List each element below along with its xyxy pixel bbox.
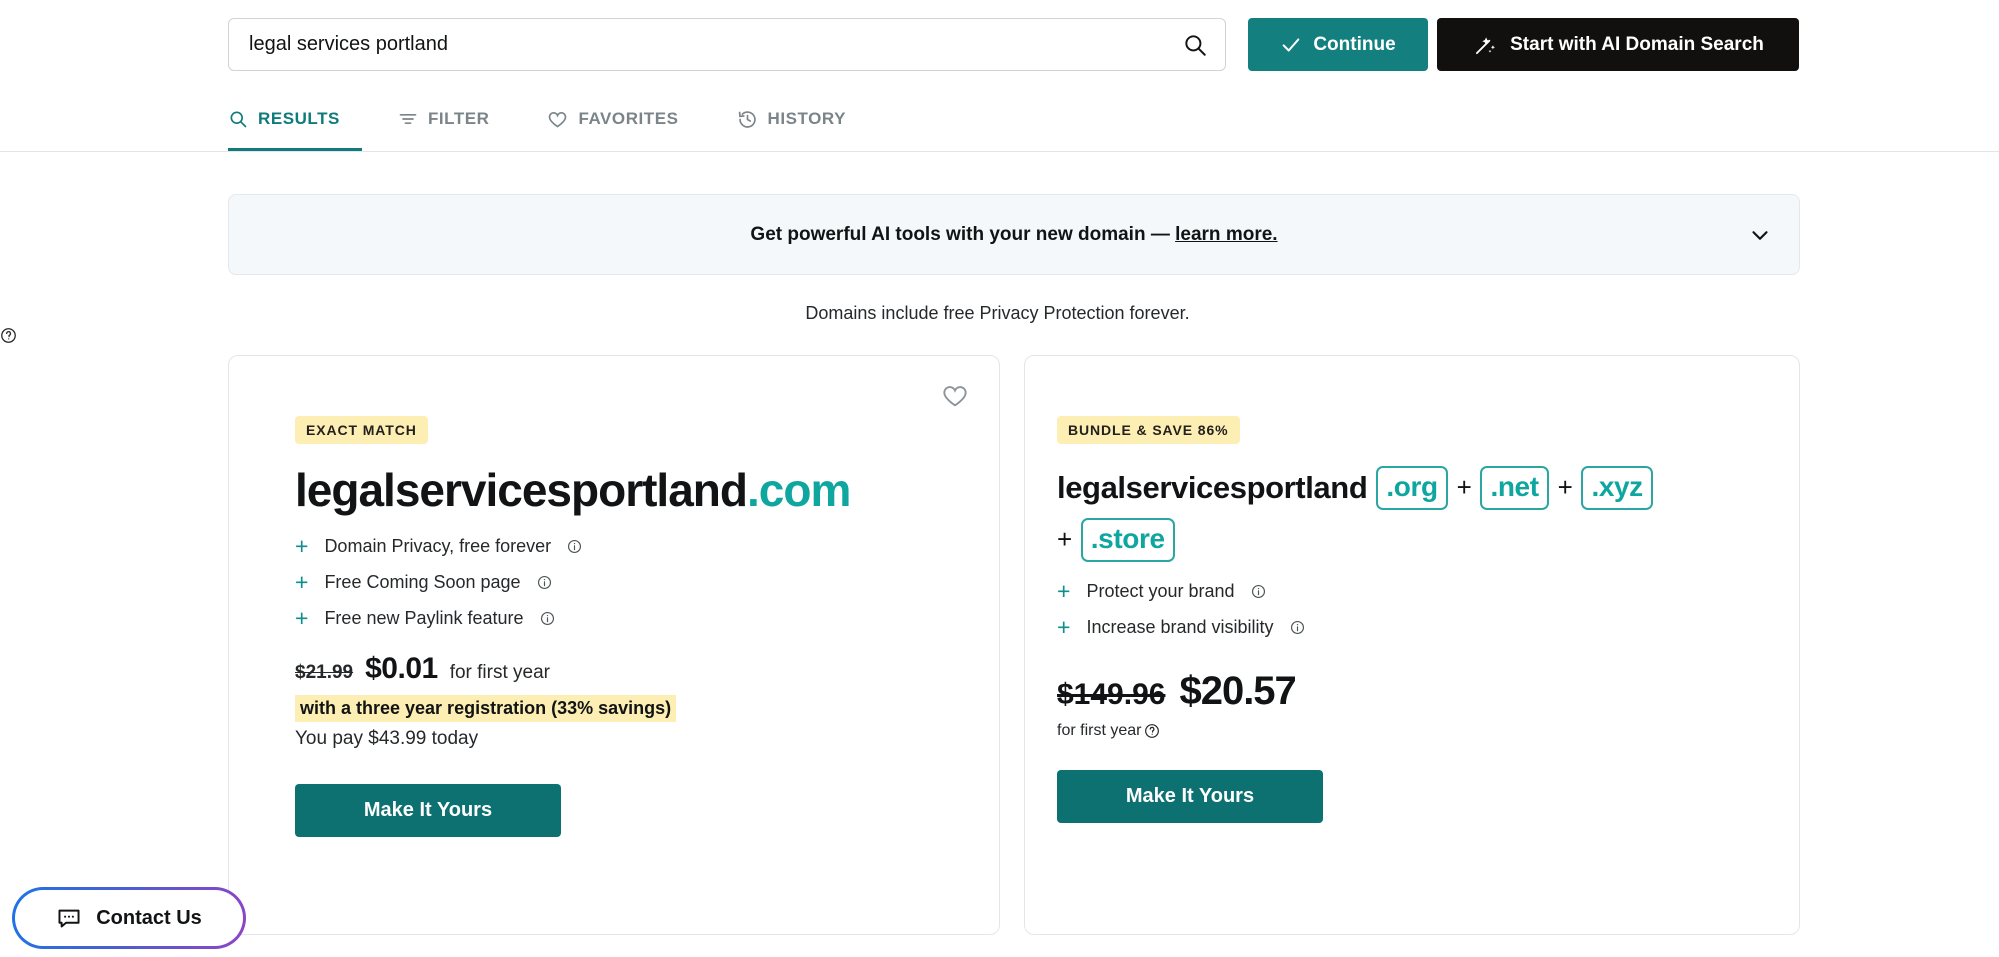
price-original: $149.96: [1057, 678, 1166, 711]
price-original: $21.99: [295, 661, 354, 683]
tab-results-label: RESULTS: [258, 109, 340, 128]
make-it-yours-button-right[interactable]: Make It Yours: [1057, 770, 1323, 823]
history-icon: [737, 109, 758, 130]
heart-icon: [547, 109, 568, 130]
feature-item: + Protect your brand: [1057, 580, 1799, 603]
info-icon[interactable]: [537, 575, 552, 590]
search-icon: [1182, 32, 1208, 58]
plus-icon: +: [295, 568, 309, 595]
tab-favorites[interactable]: FAVORITES: [547, 90, 700, 151]
check-icon: [1280, 34, 1302, 56]
domain-search-results-page: Continue Start with AI Domain Search: [0, 0, 1999, 957]
feature-label: Free Coming Soon page: [324, 571, 521, 592]
question-circle-icon[interactable]: [0, 327, 1999, 344]
tab-filter[interactable]: FILTER: [398, 90, 512, 151]
feature-label: Domain Privacy, free forever: [324, 535, 552, 556]
heart-icon: [941, 382, 969, 410]
tld-chip-org[interactable]: .org: [1376, 466, 1448, 510]
tld-chip-store[interactable]: .store: [1080, 518, 1175, 562]
domain-result-card-bundle: BUNDLE & SAVE 86% legalservicesportland …: [1024, 355, 1800, 935]
pay-today-note: You pay $43.99 today: [295, 727, 479, 749]
tab-filter-label: FILTER: [427, 109, 490, 128]
ai-tools-promo-banner[interactable]: Get powerful AI tools with your new doma…: [228, 194, 1800, 275]
chat-bubble-icon: [56, 905, 82, 931]
search-button[interactable]: [1165, 19, 1225, 70]
domain-sld: legalservicesportland: [295, 464, 748, 516]
contact-us-label: Contact Us: [96, 906, 202, 929]
feature-list-left: + Domain Privacy, free forever + Free Co…: [295, 532, 999, 631]
plus-icon: +: [295, 604, 309, 631]
chevron-down-icon[interactable]: [1747, 222, 1773, 248]
feature-item: + Domain Privacy, free forever: [295, 532, 999, 559]
search-input[interactable]: [229, 19, 1165, 70]
continue-label: Continue: [1313, 33, 1396, 55]
contact-us-inner: Contact Us: [15, 890, 243, 946]
plus-separator: +: [1456, 472, 1472, 503]
contact-us-button[interactable]: Contact Us: [12, 887, 246, 949]
price-term-row: for first year: [1057, 722, 1799, 740]
tab-history[interactable]: HISTORY: [737, 90, 868, 151]
ai-domain-search-label: Start with AI Domain Search: [1510, 33, 1764, 55]
savings-note: with a three year registration (33% savi…: [295, 694, 677, 722]
plus-icon: +: [1057, 614, 1071, 640]
favorite-toggle-button[interactable]: [937, 378, 973, 414]
feature-list-right: + Protect your brand + Increase brand vi…: [1057, 580, 1799, 639]
continue-button[interactable]: Continue: [1248, 18, 1428, 71]
info-icon[interactable]: [540, 611, 555, 626]
card-body-left: EXACT MATCH legalservicesportland.com + …: [229, 356, 999, 837]
feature-item: + Free new Paylink feature: [295, 604, 999, 631]
info-icon[interactable]: [1251, 584, 1266, 599]
price-current: $20.57: [1179, 669, 1296, 713]
price-current: $0.01: [365, 651, 438, 685]
bundle-domain-sld: legalservicesportland: [1057, 470, 1368, 506]
tab-results[interactable]: RESULTS: [228, 90, 362, 151]
plus-separator: +: [1057, 524, 1072, 555]
top-bar: Continue Start with AI Domain Search: [0, 0, 1999, 100]
question-circle-icon[interactable]: [1144, 723, 1160, 739]
results-tabbar: RESULTS FILTER FAVORITES HISTORY: [0, 90, 1999, 152]
feature-item: + Increase brand visibility: [1057, 616, 1799, 639]
promo-text: Get powerful AI tools with your new doma…: [750, 224, 1277, 246]
exact-match-badge: EXACT MATCH: [295, 416, 428, 444]
feature-label: Free new Paylink feature: [324, 607, 524, 628]
learn-more-link[interactable]: learn more.: [1175, 224, 1277, 245]
feature-label: Increase brand visibility: [1086, 617, 1274, 637]
bundle-domain-heading: legalservicesportland .org + .net + .xyz…: [1057, 466, 1657, 562]
filter-icon: [398, 109, 418, 129]
plus-icon: +: [1057, 578, 1071, 604]
card-body-right: BUNDLE & SAVE 86% legalservicesportland …: [1025, 356, 1799, 823]
ai-domain-search-button[interactable]: Start with AI Domain Search: [1437, 18, 1799, 71]
search-icon: [228, 109, 248, 129]
feature-item: + Free Coming Soon page: [295, 568, 999, 595]
privacy-protection-text: Domains include free Privacy Protection …: [805, 303, 1190, 323]
domain-result-card-exact-match: EXACT MATCH legalservicesportland.com + …: [228, 355, 1000, 935]
info-icon[interactable]: [567, 539, 582, 554]
price-term: for first year: [1057, 722, 1142, 739]
search-bar[interactable]: [228, 18, 1226, 71]
tld-chip-net[interactable]: .net: [1480, 466, 1549, 510]
info-icon[interactable]: [1290, 620, 1305, 635]
promo-message: Get powerful AI tools with your new doma…: [750, 223, 1176, 245]
plus-separator: +: [1557, 472, 1573, 503]
bundle-save-badge: BUNDLE & SAVE 86%: [1057, 416, 1240, 444]
make-it-yours-button-left[interactable]: Make It Yours: [295, 783, 561, 837]
plus-icon: +: [295, 532, 309, 559]
price-row-right: $149.96 $20.57: [1057, 669, 1799, 714]
domain-name-heading[interactable]: legalservicesportland.com: [295, 464, 999, 517]
domain-tld: .com: [746, 464, 851, 516]
tab-history-label: HISTORY: [767, 109, 846, 128]
price-row-left: $21.99 $0.01 for first year: [295, 652, 999, 686]
price-term: for first year: [449, 661, 551, 683]
magic-wand-icon: [1472, 32, 1498, 58]
feature-label: Protect your brand: [1086, 581, 1235, 601]
tld-chip-xyz[interactable]: .xyz: [1581, 466, 1653, 510]
tab-favorites-label: FAVORITES: [578, 109, 679, 128]
privacy-protection-note: Domains include free Privacy Protection …: [0, 303, 1999, 344]
